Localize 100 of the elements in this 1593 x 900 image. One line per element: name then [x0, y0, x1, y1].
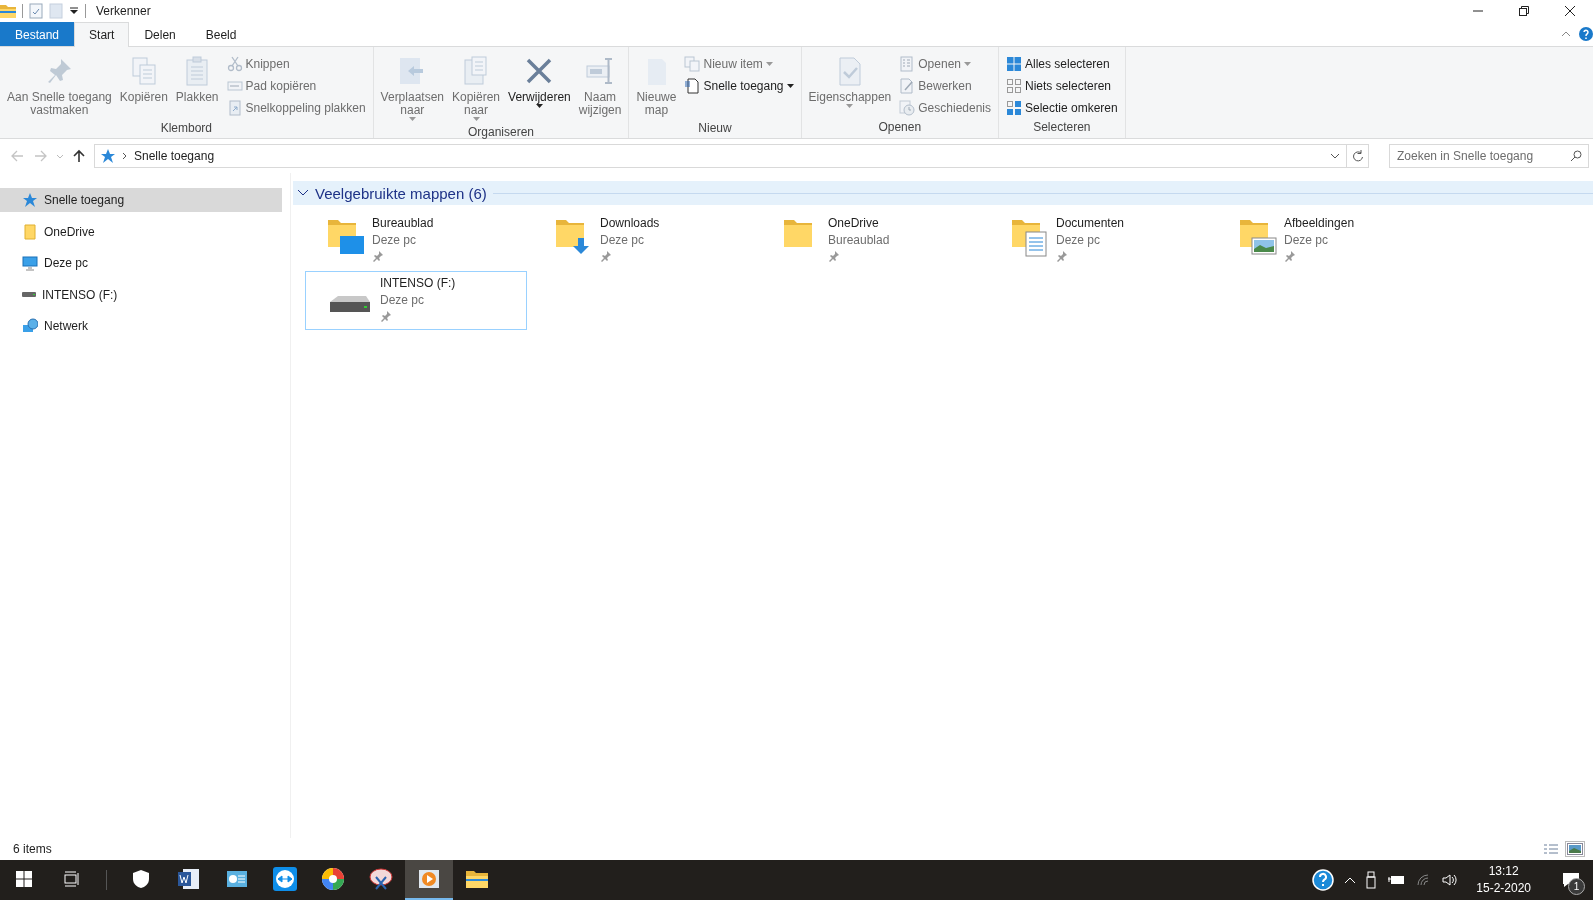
pin-icon	[372, 250, 384, 262]
collapse-caret-icon	[1561, 31, 1571, 37]
pin-icon	[380, 310, 392, 322]
search-field[interactable]: Zoeken in Snelle toegang	[1389, 144, 1589, 168]
recent-caret-icon	[56, 153, 64, 159]
network-icon	[22, 318, 38, 334]
dropdown-caret-icon	[1330, 152, 1340, 160]
chevron-up-icon	[1344, 876, 1357, 884]
ribbon-tab[interactable]: Start	[74, 22, 130, 47]
group-label: Openen	[877, 119, 923, 136]
pin-icon	[600, 250, 612, 262]
folder-tile[interactable]: OneDrive Bureaublad	[761, 211, 983, 270]
double-arrow-app-icon	[273, 867, 297, 891]
ribbon-button[interactable]: Selectie omkeren	[1003, 97, 1121, 118]
folder-tile[interactable]: Documenten Deze pc	[989, 211, 1211, 270]
group-label: Nieuw	[697, 120, 733, 137]
group-label: Organiseren	[467, 124, 536, 141]
notification-count: 1	[1568, 878, 1585, 895]
folder-location: Bureaublad	[828, 233, 890, 247]
battery-icon	[1388, 874, 1407, 886]
star-icon	[100, 148, 116, 164]
view-button[interactable]	[1565, 841, 1585, 857]
sidebar-label: INTENSO (F:)	[42, 287, 118, 302]
drive-icon	[330, 296, 370, 312]
scissors-icon	[226, 55, 243, 72]
taskbar-app[interactable]	[405, 860, 453, 900]
address-field[interactable]: Snelle toegang	[94, 144, 1347, 168]
sidebar-label: Deze pc	[44, 256, 89, 270]
shortcut-icon	[226, 99, 243, 116]
window-title: Verkenner	[96, 4, 151, 18]
grid-icon	[1006, 55, 1022, 72]
folder-name: Afbeeldingen	[1284, 216, 1355, 230]
group-toggle[interactable]: Veelgebruikte mappen (6)	[297, 184, 487, 202]
back-arrow-icon	[10, 149, 24, 163]
clock-document-icon	[899, 99, 916, 116]
chevron-icon	[122, 152, 128, 160]
sidebar-label: Netwerk	[44, 319, 88, 333]
folder-icon	[465, 868, 489, 890]
pin-icon	[1284, 250, 1296, 262]
ribbon-button[interactable]: Verwijderen	[505, 51, 574, 123]
folder-tile[interactable]: Bureaublad Deze pc	[305, 211, 527, 270]
documents-icon	[684, 55, 701, 72]
ribbon-button[interactable]: Alles selecteren	[1003, 53, 1121, 74]
presentation-app-icon	[226, 869, 248, 889]
breadcrumb[interactable]: Snelle toegang	[134, 149, 215, 163]
group-label: Selecteren	[1032, 119, 1092, 136]
folder-name: Bureaublad	[372, 216, 434, 230]
folder-name: INTENSO (F:)	[380, 276, 456, 290]
sidebar-label: Snelle toegang	[44, 193, 125, 207]
media-player-icon	[418, 867, 440, 891]
group-label: Klembord	[159, 120, 213, 137]
pencil-document-icon	[899, 77, 916, 94]
forward-arrow-icon	[34, 149, 48, 163]
sidebar-item[interactable]: OneDrive	[0, 219, 282, 244]
sidebar-label: OneDrive	[44, 224, 95, 239]
ribbon-button[interactable]: Snelle toegang	[681, 75, 797, 96]
folder-name: OneDrive	[828, 216, 880, 230]
clock[interactable]: 13:12 15-2-2020	[1468, 863, 1539, 897]
sidebar-item[interactable]: Snelle toegang	[0, 188, 282, 212]
folder-name: Downloads	[600, 216, 660, 230]
sidebar-item[interactable]: Deze pc	[0, 251, 282, 275]
folder-location: Deze pc	[380, 293, 426, 307]
folder-icon	[0, 3, 16, 19]
folder-tile[interactable]: Afbeeldingen Deze pc	[1217, 211, 1439, 270]
refresh-button[interactable]	[1347, 144, 1369, 168]
shield-icon	[132, 869, 150, 889]
item-count: 6 items	[13, 842, 52, 856]
folder-tile[interactable]: Downloads Deze pc	[533, 211, 755, 270]
ribbon-button[interactable]: Niets selecteren	[1003, 75, 1121, 96]
grid-icon	[1006, 99, 1022, 116]
pin-icon	[1056, 250, 1068, 262]
folder-location: Deze pc	[372, 233, 418, 247]
help-icon	[1312, 869, 1335, 891]
large-icons-view-icon	[1567, 843, 1583, 855]
folder-location: Deze pc	[1056, 233, 1102, 247]
ribbon-tab[interactable]: Bestand	[0, 22, 75, 46]
restore-icon	[1519, 6, 1529, 16]
folder-name: Documenten	[1056, 216, 1125, 230]
sidebar-item[interactable]: INTENSO (F:)	[0, 282, 282, 307]
star-icon	[22, 192, 38, 208]
drive-icon	[22, 292, 36, 297]
color-wheel-icon	[321, 867, 345, 891]
notifications-button[interactable]: 1	[1549, 860, 1593, 900]
refresh-icon	[1351, 150, 1364, 162]
list-document-icon	[899, 55, 916, 72]
search-icon	[1570, 150, 1582, 162]
folder-location: Deze pc	[600, 233, 646, 247]
help-icon	[1579, 27, 1593, 41]
date: 15-2-2020	[1476, 880, 1531, 897]
time: 13:12	[1488, 863, 1519, 880]
folder-tile[interactable]: INTENSO (F:) Deze pc	[305, 271, 527, 330]
checkmark-document-icon	[29, 3, 43, 19]
folder-icon	[22, 223, 38, 240]
document-icon	[684, 77, 701, 94]
customize-caret-icon	[69, 6, 79, 16]
close-icon	[1565, 6, 1575, 16]
usb-drive-icon	[1366, 871, 1379, 889]
folder-location: Deze pc	[1284, 233, 1330, 247]
task-view-icon	[64, 871, 80, 887]
sidebar-item[interactable]: Netwerk	[0, 314, 282, 338]
